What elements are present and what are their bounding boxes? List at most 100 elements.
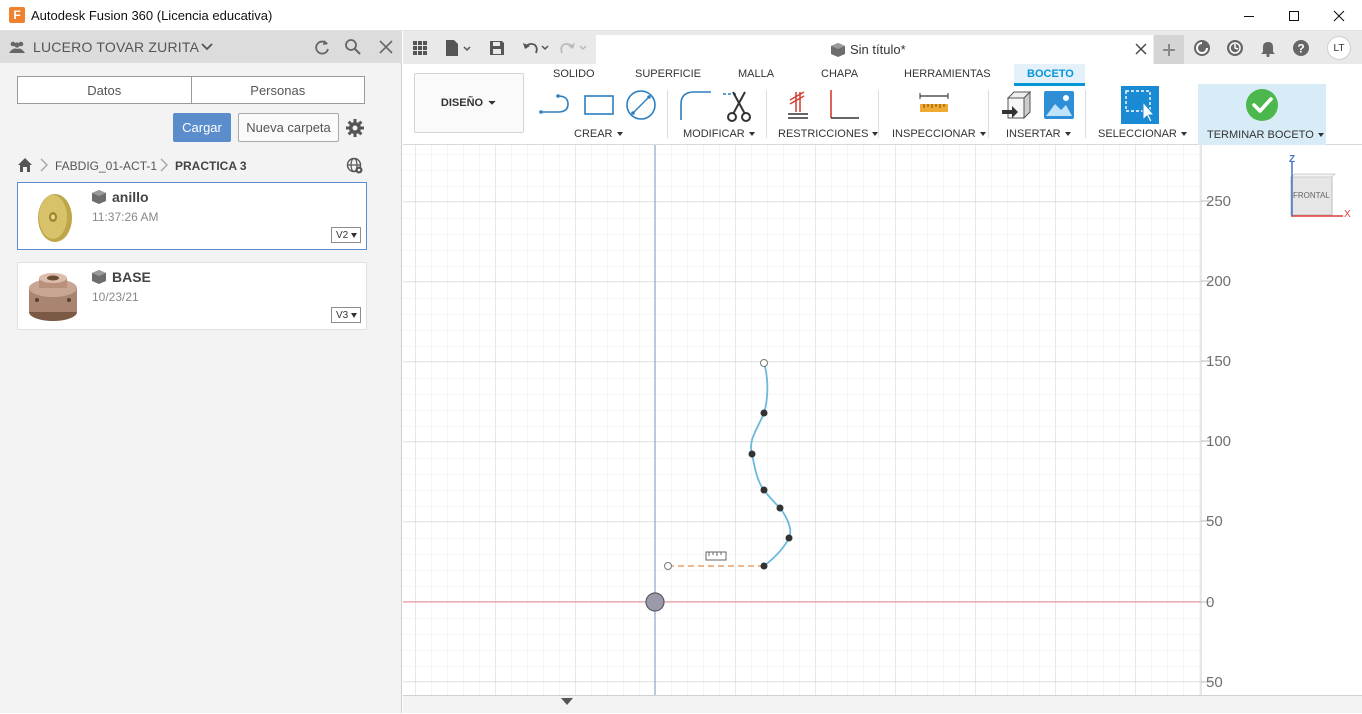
vertical-ruler: 250 200 150 100 50 0 50 bbox=[1203, 145, 1243, 695]
divider bbox=[766, 90, 767, 138]
design-file-icon bbox=[91, 189, 107, 205]
tab-chapa[interactable]: CHAPA bbox=[821, 68, 858, 80]
origin-point bbox=[645, 592, 665, 612]
file-card-anillo[interactable]: anillo 11:37:26 AM V2 bbox=[17, 182, 367, 250]
chevron-down-icon[interactable] bbox=[197, 37, 217, 57]
tab-malla[interactable]: MALLA bbox=[738, 68, 774, 80]
group-terminar-boceto[interactable]: TERMINAR BOCETO bbox=[1207, 129, 1324, 141]
group-seleccionar[interactable]: SELECCIONAR bbox=[1098, 128, 1187, 140]
help-icon[interactable]: ? bbox=[1291, 38, 1311, 58]
horizontal-constraint-icon[interactable] bbox=[827, 90, 859, 122]
close-panel-icon[interactable] bbox=[376, 37, 396, 57]
line-tool-icon[interactable] bbox=[538, 90, 570, 122]
active-tab-underline bbox=[1014, 83, 1085, 86]
tab-superficie[interactable]: SUPERFICIE bbox=[635, 68, 701, 80]
chevron-down-icon bbox=[488, 100, 496, 105]
workspace-switcher[interactable]: DISEÑO bbox=[414, 73, 524, 133]
component-icon bbox=[830, 42, 846, 63]
undo-icon[interactable] bbox=[521, 38, 551, 58]
search-icon[interactable] bbox=[343, 37, 363, 57]
save-icon[interactable] bbox=[487, 38, 507, 58]
tab-boceto[interactable]: BOCETO bbox=[1027, 68, 1074, 80]
gear-icon[interactable] bbox=[345, 118, 365, 138]
ruler-label: 0 bbox=[1206, 594, 1215, 611]
workspace-label: DISEÑO bbox=[440, 97, 484, 109]
new-tab-icon[interactable] bbox=[1154, 35, 1184, 64]
chevron-right-icon bbox=[159, 157, 169, 176]
home-icon[interactable] bbox=[17, 157, 33, 176]
insert-derive-icon[interactable] bbox=[1000, 90, 1032, 122]
file-thumbnail bbox=[19, 264, 87, 328]
viewcube-x-label: X bbox=[1344, 209, 1351, 220]
version-badge[interactable]: V2 bbox=[331, 227, 361, 243]
minimize-icon bbox=[1244, 15, 1254, 17]
ruler-label: 50 bbox=[1206, 674, 1223, 691]
minimize-button[interactable] bbox=[1226, 0, 1272, 31]
extensions-icon[interactable] bbox=[1192, 38, 1212, 58]
rectangle-tool-icon[interactable] bbox=[583, 90, 615, 122]
refresh-icon[interactable] bbox=[312, 37, 332, 57]
file-menu-icon[interactable] bbox=[443, 38, 473, 58]
select-tool-icon[interactable] bbox=[1121, 86, 1159, 124]
tab-datos[interactable]: Datos bbox=[18, 77, 191, 103]
viewcube-face-label[interactable]: FRONTAL bbox=[1293, 191, 1330, 200]
hub-user-name[interactable]: LUCERO TOVAR ZURITA bbox=[33, 39, 199, 55]
file-thumbnail bbox=[19, 184, 87, 248]
coincident-constraint-icon[interactable] bbox=[786, 90, 818, 122]
fusion-logo-icon: F bbox=[9, 7, 25, 23]
document-tab-bar: Sin título* ? LT bbox=[403, 31, 1362, 64]
checkmark-icon[interactable] bbox=[1245, 88, 1278, 121]
group-inspeccionar[interactable]: INSPECCIONAR bbox=[892, 128, 986, 140]
new-folder-button[interactable]: Nueva carpeta bbox=[238, 113, 339, 142]
breadcrumb-folder: PRACTICA 3 bbox=[175, 159, 247, 173]
file-card-base[interactable]: BASE 10/23/21 V3 bbox=[17, 262, 367, 330]
redo-icon[interactable] bbox=[559, 38, 589, 58]
divider bbox=[667, 90, 668, 138]
tab-herramientas[interactable]: HERRAMIENTAS bbox=[904, 68, 991, 80]
maximize-icon bbox=[1289, 10, 1299, 21]
breadcrumb-project[interactable]: FABDIG_01-ACT-1 bbox=[55, 159, 157, 173]
divider bbox=[1085, 90, 1086, 138]
divider bbox=[878, 90, 879, 138]
data-panel-tabs: Datos Personas bbox=[17, 76, 365, 104]
design-file-icon bbox=[91, 269, 107, 285]
breadcrumb: FABDIG_01-ACT-1 PRACTICA 3 bbox=[17, 157, 367, 177]
circle-tool-icon[interactable] bbox=[625, 90, 657, 122]
tab-personas[interactable]: Personas bbox=[190, 77, 365, 103]
close-window-button[interactable] bbox=[1316, 0, 1362, 31]
measure-tool-icon[interactable] bbox=[918, 90, 952, 122]
globe-icon[interactable] bbox=[346, 157, 364, 178]
close-tab-icon[interactable] bbox=[1135, 42, 1147, 55]
trim-tool-icon[interactable] bbox=[723, 90, 755, 122]
version-badge[interactable]: V3 bbox=[331, 307, 361, 323]
grid-menu-icon[interactable] bbox=[410, 38, 430, 58]
ruler-label: 100 bbox=[1206, 433, 1232, 450]
close-icon bbox=[1333, 10, 1345, 21]
document-title: Sin título* bbox=[850, 42, 906, 57]
job-status-icon[interactable] bbox=[1225, 38, 1245, 58]
timeline-marker-icon[interactable] bbox=[548, 696, 588, 714]
file-date: 11:37:26 AM bbox=[92, 210, 159, 224]
group-insertar[interactable]: INSERTAR bbox=[1006, 128, 1071, 140]
timeline-strip bbox=[403, 695, 1362, 713]
document-tab[interactable]: Sin título* bbox=[596, 35, 1153, 64]
group-modificar[interactable]: MODIFICAR bbox=[683, 128, 755, 140]
notifications-icon[interactable] bbox=[1258, 38, 1278, 58]
file-name: anillo bbox=[112, 189, 149, 205]
upload-button[interactable]: Cargar bbox=[173, 113, 231, 142]
chevron-right-icon bbox=[39, 157, 49, 176]
sketch-endpoint bbox=[760, 359, 768, 367]
insert-image-icon[interactable] bbox=[1043, 90, 1075, 122]
fillet-tool-icon[interactable] bbox=[678, 90, 711, 122]
ruler-label: 200 bbox=[1206, 273, 1232, 290]
horizontal-constraint-glyph bbox=[705, 551, 727, 561]
group-crear[interactable]: CREAR bbox=[574, 128, 623, 140]
team-icon[interactable] bbox=[7, 37, 27, 57]
tab-solido[interactable]: SOLIDO bbox=[553, 68, 595, 80]
divider bbox=[988, 90, 989, 138]
maximize-button[interactable] bbox=[1271, 0, 1317, 31]
file-name: BASE bbox=[112, 269, 151, 285]
group-restricciones[interactable]: RESTRICCIONES bbox=[778, 128, 878, 140]
viewcube-z-label: Z bbox=[1289, 154, 1296, 165]
user-avatar[interactable]: LT bbox=[1327, 36, 1351, 60]
